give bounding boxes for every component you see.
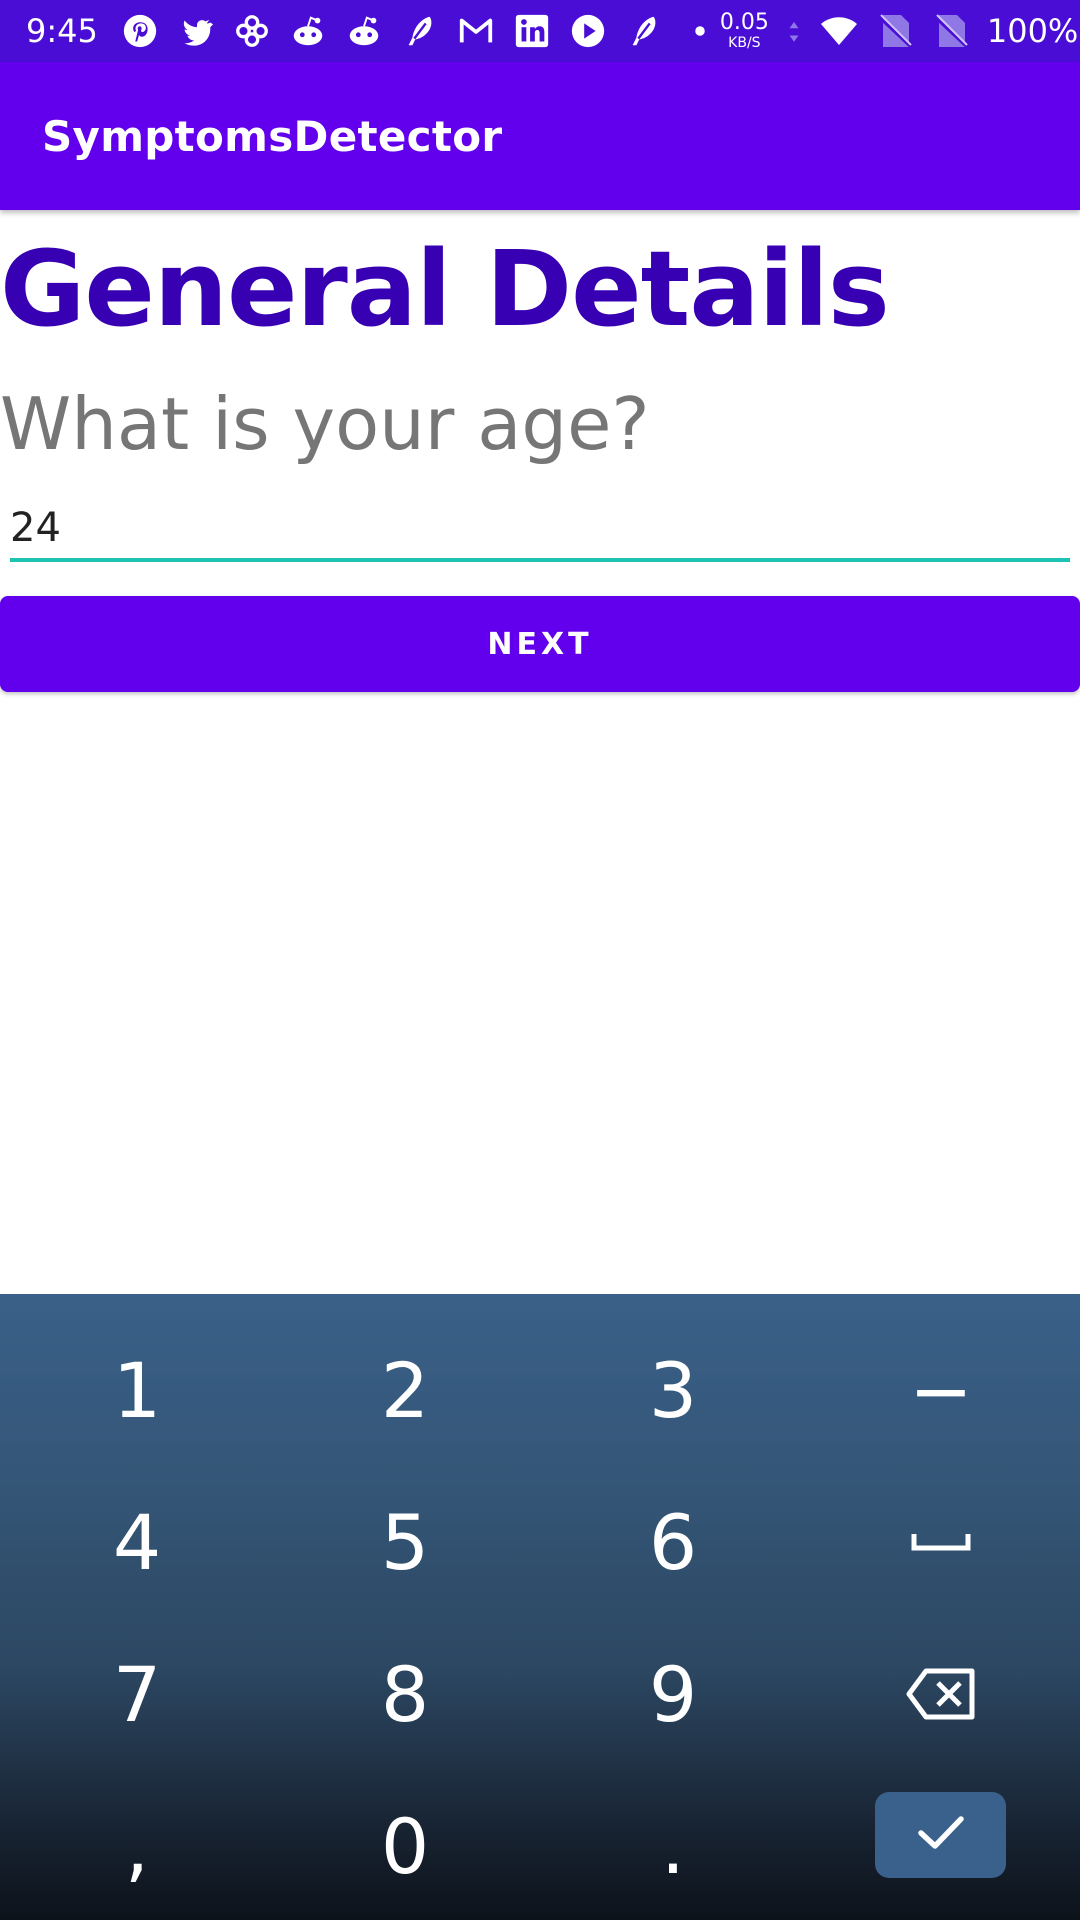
- notification-icons: [120, 11, 720, 51]
- space-icon: [910, 1530, 972, 1554]
- dot-icon: [680, 11, 720, 51]
- pinterest-icon: [120, 11, 160, 51]
- reddit-icon: [288, 11, 328, 51]
- key-1[interactable]: 1: [2, 1314, 272, 1466]
- key-6[interactable]: 6: [538, 1466, 808, 1618]
- linkedin-icon: [512, 11, 552, 51]
- key-8[interactable]: 8: [270, 1618, 540, 1770]
- key-minus[interactable]: −: [806, 1314, 1076, 1466]
- no-sim-icon: [875, 11, 915, 51]
- next-button[interactable]: NEXT: [0, 596, 1080, 692]
- network-speed-value: 0.05: [719, 10, 769, 35]
- key-period[interactable]: .: [538, 1770, 808, 1920]
- no-sim-icon: [931, 11, 971, 51]
- key-space[interactable]: [806, 1466, 1076, 1618]
- done-key[interactable]: [875, 1792, 1006, 1878]
- reddit-icon: [344, 11, 384, 51]
- status-time: 9:45: [26, 12, 98, 50]
- youtube-icon: [568, 11, 608, 51]
- status-right: 0.05 KB/S 100%: [720, 11, 1078, 51]
- key-5[interactable]: 5: [270, 1466, 540, 1618]
- battery-level: 100%: [986, 12, 1079, 50]
- twitter-icon: [176, 11, 216, 51]
- pinwheel-icon: [232, 11, 272, 51]
- status-bar: 9:45 0.05 KB/S 100%: [0, 0, 1080, 62]
- gmail-icon: [456, 11, 496, 51]
- app-title: SymptomsDetector: [42, 111, 503, 161]
- age-question: What is your age?: [0, 382, 650, 466]
- key-backspace[interactable]: [806, 1618, 1076, 1770]
- feather-icon: [624, 11, 664, 51]
- network-speed: 0.05 KB/S: [719, 10, 769, 51]
- wifi-icon: [819, 11, 859, 51]
- feather-icon: [400, 11, 440, 51]
- age-input[interactable]: [10, 498, 1070, 562]
- key-7[interactable]: 7: [2, 1618, 272, 1770]
- backspace-icon: [906, 1667, 976, 1721]
- key-2[interactable]: 2: [270, 1314, 540, 1466]
- network-speed-unit: KB/S: [728, 35, 761, 51]
- app-bar: SymptomsDetector: [0, 62, 1080, 210]
- key-4[interactable]: 4: [2, 1466, 272, 1618]
- key-9[interactable]: 9: [538, 1618, 808, 1770]
- key-comma[interactable]: ,: [2, 1770, 272, 1920]
- key-0[interactable]: 0: [270, 1770, 540, 1920]
- done-icon: [916, 1814, 966, 1857]
- page-title: General Details: [0, 228, 890, 350]
- key-3[interactable]: 3: [538, 1314, 808, 1466]
- data-arrows-icon: [785, 11, 803, 51]
